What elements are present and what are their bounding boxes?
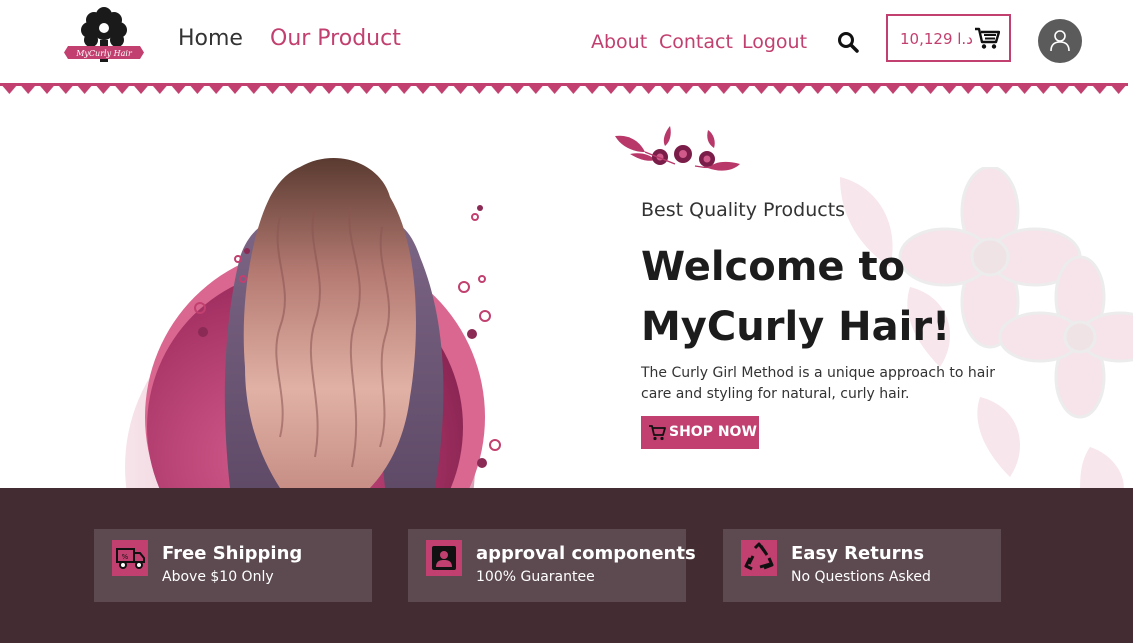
site-header: MyCurly Hair Home Our Product About Cont…: [0, 0, 1133, 84]
hero-section: Best Quality Products Welcome to MyCurly…: [0, 97, 1133, 488]
delivery-truck-icon: %: [112, 540, 148, 576]
cart-icon: [974, 26, 1001, 50]
user-avatar[interactable]: [1038, 19, 1082, 63]
user-icon: [1050, 30, 1070, 52]
recycle-icon: [741, 540, 777, 576]
logo-text: MyCurly Hair: [75, 49, 133, 58]
nav-our-product[interactable]: Our Product: [270, 26, 401, 51]
flower-ornament-icon: [615, 126, 740, 171]
feature-subtitle: 100% Guarantee: [476, 569, 595, 585]
feature-title: Free Shipping: [162, 543, 303, 564]
nav-home[interactable]: Home: [178, 26, 243, 51]
svg-text:%: %: [122, 553, 129, 561]
feature-title: Easy Returns: [791, 543, 925, 564]
feature-approval: approval components 100% Guarantee: [408, 529, 696, 602]
feature-free-shipping: % Free Shipping Above $10 Only: [94, 529, 372, 602]
feature-title: approval components: [476, 543, 696, 564]
nav-contact[interactable]: Contact: [659, 31, 733, 53]
brand-logo[interactable]: MyCurly Hair: [64, 6, 144, 68]
hero-tagline: Best Quality Products: [641, 199, 846, 221]
nav-about[interactable]: About: [591, 31, 647, 53]
feature-easy-returns: Easy Returns No Questions Asked: [723, 529, 1001, 602]
features-band: % Free Shipping Above $10 Only approval …: [0, 488, 1133, 643]
cart-button[interactable]: 10,129 د.ا: [886, 14, 1011, 62]
feature-subtitle: No Questions Asked: [791, 569, 931, 585]
hero-model-image: [125, 158, 501, 488]
shop-now-button[interactable]: SHOP NOW: [641, 416, 759, 449]
feature-subtitle: Above $10 Only: [162, 569, 274, 585]
nav-logout[interactable]: Logout: [742, 31, 807, 53]
cart-icon: [649, 425, 666, 441]
user-badge-icon: [426, 540, 462, 576]
hero-description: The Curly Girl Method is a unique approa…: [641, 365, 995, 402]
cart-total: 10,129 د.ا: [900, 30, 973, 48]
hero-title: Welcome to MyCurly Hair!: [641, 244, 951, 350]
shop-now-label: SHOP NOW: [669, 424, 757, 440]
zigzag-border: [0, 83, 1128, 97]
search-icon[interactable]: [836, 30, 862, 56]
